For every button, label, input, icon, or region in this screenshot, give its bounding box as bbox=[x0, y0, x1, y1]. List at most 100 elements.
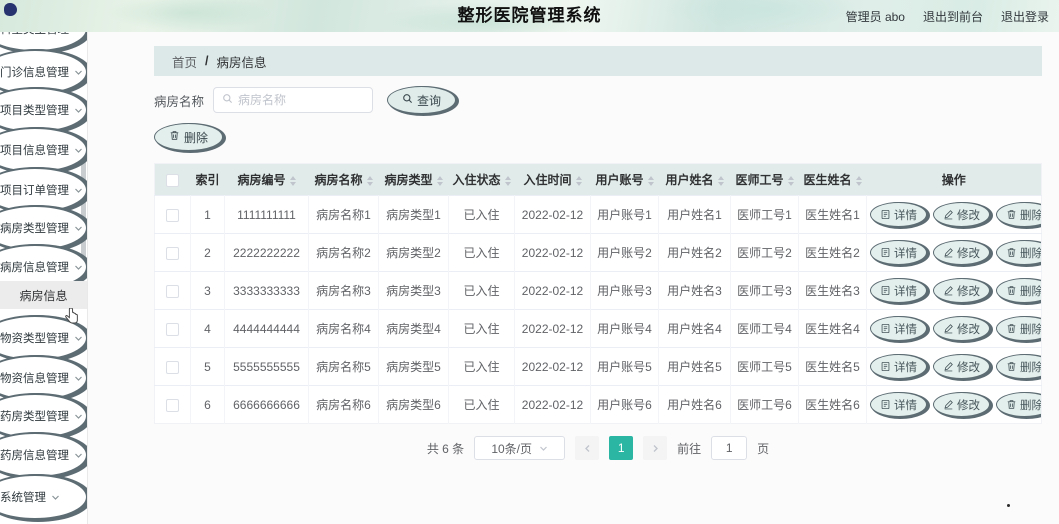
table-cell: 医师工号2 bbox=[730, 233, 799, 272]
admin-user-menu[interactable]: 管理员 abo bbox=[846, 8, 905, 25]
column-header[interactable]: 病房名称 bbox=[308, 163, 379, 196]
sidebar-item-label: 项目信息管理 bbox=[0, 145, 69, 157]
sort-caret-icon[interactable] bbox=[855, 175, 862, 186]
edit-button[interactable]: 修改 bbox=[933, 202, 990, 227]
row-checkbox[interactable] bbox=[166, 398, 179, 412]
table-cell: 5555555555 bbox=[224, 347, 309, 386]
table-cell: 医生姓名2 bbox=[798, 233, 867, 272]
sidebar-item[interactable]: 药房信息管理 bbox=[0, 432, 87, 478]
sidebar-item[interactable]: 项目类型管理 bbox=[0, 87, 87, 133]
breadcrumb-separator: / bbox=[205, 54, 209, 68]
table-cell: 病房名称1 bbox=[308, 195, 379, 234]
sidebar-item-label: 病房信息管理 bbox=[0, 262, 69, 274]
sidebar-item[interactable]: 系统管理 bbox=[0, 474, 87, 520]
sort-caret-icon[interactable] bbox=[366, 175, 373, 186]
page-size-select[interactable]: 10条/页 bbox=[474, 436, 566, 460]
search-icon bbox=[402, 93, 413, 107]
detail-icon bbox=[880, 323, 891, 334]
sort-caret-icon[interactable] bbox=[647, 175, 654, 186]
chevron-down-icon bbox=[74, 186, 83, 195]
sort-caret-icon[interactable] bbox=[787, 175, 794, 186]
next-page-button[interactable] bbox=[643, 436, 668, 460]
delete-row-button[interactable]: 删除 bbox=[996, 316, 1042, 341]
current-page-button[interactable]: 1 bbox=[609, 436, 634, 460]
exit-to-front-link[interactable]: 退出到前台 bbox=[923, 8, 983, 25]
search-field-label: 病房名称 bbox=[154, 94, 205, 109]
breadcrumb-home-link[interactable]: 首页 bbox=[172, 52, 197, 71]
trash-icon bbox=[1006, 323, 1017, 334]
table-cell: 用户账号1 bbox=[590, 195, 659, 234]
table-cell: 用户姓名2 bbox=[658, 233, 731, 272]
select-all-checkbox[interactable] bbox=[166, 173, 180, 187]
delete-row-button[interactable]: 删除 bbox=[996, 354, 1042, 379]
edit-button[interactable]: 修改 bbox=[933, 278, 990, 303]
column-header[interactable]: 医生姓名 bbox=[798, 163, 867, 196]
column-header[interactable]: 入住时间 bbox=[514, 163, 591, 196]
table-cell: 医师工号1 bbox=[730, 195, 799, 234]
row-checkbox[interactable] bbox=[166, 360, 179, 374]
column-header: 操作 bbox=[866, 163, 1042, 196]
table-cell: 用户姓名4 bbox=[658, 309, 731, 348]
table-cell: 医师工号6 bbox=[730, 385, 799, 424]
goto-page-input[interactable] bbox=[711, 436, 748, 460]
sort-caret-icon[interactable] bbox=[289, 175, 296, 186]
delete-row-button[interactable]: 删除 bbox=[996, 278, 1042, 303]
table-cell: 1111111111 bbox=[224, 195, 309, 234]
column-header[interactable]: 用户账号 bbox=[590, 163, 659, 196]
detail-button[interactable]: 详情 bbox=[870, 354, 927, 379]
edit-button[interactable]: 修改 bbox=[933, 392, 990, 417]
sort-caret-icon[interactable] bbox=[717, 175, 724, 186]
table-cell: 2022-02-12 bbox=[514, 233, 591, 272]
detail-button[interactable]: 详情 bbox=[870, 202, 927, 227]
detail-button[interactable]: 详情 bbox=[870, 392, 927, 417]
prev-page-button[interactable] bbox=[575, 436, 600, 460]
chevron-down-icon bbox=[74, 224, 83, 233]
column-header[interactable]: 病房类型 bbox=[378, 163, 449, 196]
sidebar-submenu-item-active[interactable]: 病房信息 bbox=[0, 281, 87, 309]
table-cell: 2222222222 bbox=[224, 233, 309, 272]
table-cell: 2 bbox=[190, 233, 225, 272]
detail-button[interactable]: 详情 bbox=[870, 278, 927, 303]
column-header[interactable]: 医师工号 bbox=[730, 163, 799, 196]
pagination-total: 共 6 条 bbox=[426, 441, 465, 456]
table-cell: 4 bbox=[190, 309, 225, 348]
chevron-down-icon bbox=[74, 146, 83, 155]
chevron-down-icon bbox=[74, 412, 83, 421]
row-checkbox[interactable] bbox=[166, 208, 179, 222]
sidebar-item-label: 项目类型管理 bbox=[0, 105, 69, 117]
edit-button[interactable]: 修改 bbox=[933, 240, 990, 265]
query-button[interactable]: 查询 bbox=[387, 86, 457, 114]
table-cell: 医师工号5 bbox=[730, 347, 799, 386]
detail-button[interactable]: 详情 bbox=[870, 240, 927, 265]
table-cell: 病房类型1 bbox=[378, 195, 449, 234]
sort-caret-icon[interactable] bbox=[575, 175, 582, 186]
column-header[interactable]: 病房编号 bbox=[224, 163, 309, 196]
detail-button[interactable]: 详情 bbox=[870, 316, 927, 341]
delete-row-button[interactable]: 删除 bbox=[996, 392, 1042, 417]
sidebar-item-label: 病房类型管理 bbox=[0, 223, 69, 235]
sidebar-item[interactable]: 项目信息管理 bbox=[0, 127, 87, 173]
edit-button[interactable]: 修改 bbox=[933, 354, 990, 379]
sort-caret-icon[interactable] bbox=[436, 175, 443, 186]
column-header[interactable]: 入住状态 bbox=[448, 163, 515, 196]
row-checkbox[interactable] bbox=[166, 246, 179, 260]
batch-delete-button[interactable]: 删除 bbox=[154, 123, 224, 151]
table-cell: 用户账号6 bbox=[590, 385, 659, 424]
pagination: 共 6 条 10条/页 1 前往 页 bbox=[154, 436, 1042, 460]
edit-button[interactable]: 修改 bbox=[933, 316, 990, 341]
row-checkbox[interactable] bbox=[166, 284, 179, 298]
table-cell: 病房名称5 bbox=[308, 347, 379, 386]
sort-caret-icon[interactable] bbox=[504, 175, 511, 186]
delete-row-button[interactable]: 删除 bbox=[996, 240, 1042, 265]
column-header[interactable]: 用户姓名 bbox=[658, 163, 731, 196]
delete-row-button[interactable]: 删除 bbox=[996, 202, 1042, 227]
chevron-left-icon bbox=[583, 441, 592, 456]
sidebar-scrollbar[interactable] bbox=[81, 143, 86, 263]
sidebar-item-label: 科室类型管理 bbox=[0, 32, 69, 37]
table-cell: 医师工号3 bbox=[730, 271, 799, 310]
edit-icon bbox=[943, 323, 954, 334]
trash-icon bbox=[1006, 285, 1017, 296]
row-checkbox[interactable] bbox=[166, 322, 179, 336]
logout-link[interactable]: 退出登录 bbox=[1001, 8, 1049, 25]
search-input[interactable] bbox=[238, 93, 365, 107]
